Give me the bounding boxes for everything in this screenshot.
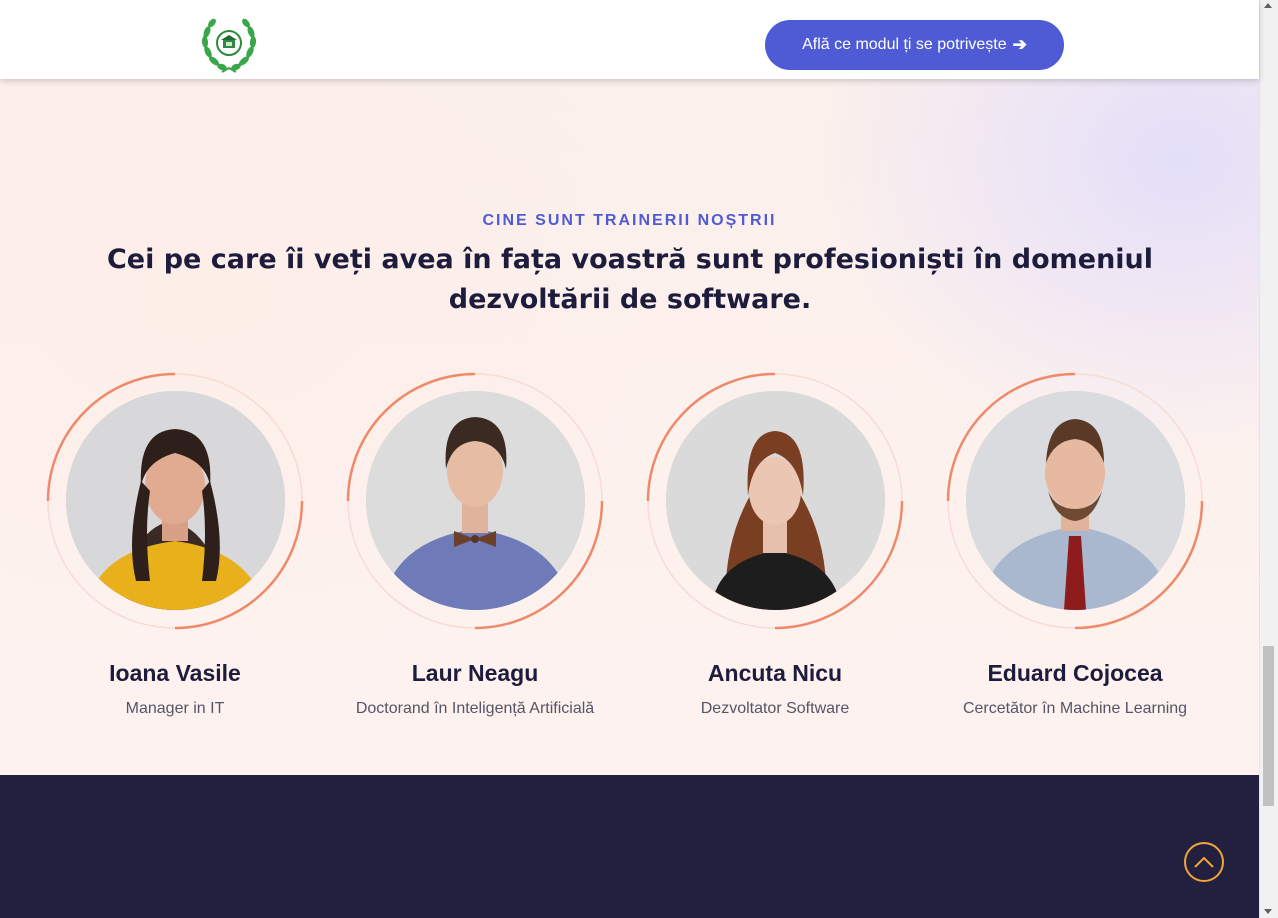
trainer-role: Cercetător în Machine Learning bbox=[962, 700, 1188, 717]
trainer-card: Laur Neagu Doctorand în Inteligență Arti… bbox=[300, 370, 604, 730]
trainer-role: Doctorand în Inteligență Artificială bbox=[355, 700, 595, 717]
trainer-photo bbox=[666, 391, 885, 610]
page-scrollbar[interactable] bbox=[1259, 0, 1278, 918]
laurel-wreath-logo-icon[interactable] bbox=[196, 12, 262, 78]
trainer-card: Eduard Cojocea Cercetător în Machine Lea… bbox=[900, 370, 1204, 730]
trainer-name: Ancuta Nicu bbox=[707, 660, 843, 686]
section-title: Cei pe care îi veți avea în fața voastră… bbox=[106, 244, 1154, 315]
site-header: Află ce modul ți se potrivește ➔ bbox=[0, 0, 1259, 79]
trainer-photo bbox=[66, 391, 285, 610]
trainer-role: Manager in IT bbox=[125, 700, 225, 717]
scroll-down-arrow-icon[interactable] bbox=[1264, 909, 1272, 914]
back-to-top-button[interactable] bbox=[1184, 842, 1224, 882]
footer-section bbox=[0, 775, 1259, 918]
cta-label: Află ce modul ți se potrivește bbox=[802, 36, 1007, 53]
chevron-up-icon bbox=[1194, 856, 1214, 868]
find-module-button[interactable]: Află ce modul ți se potrivește ➔ bbox=[765, 20, 1064, 70]
trainer-role: Dezvoltator Software bbox=[700, 700, 850, 717]
page: Află ce modul ți se potrivește ➔ CINE SU… bbox=[0, 0, 1278, 918]
trainer-name: Ioana Vasile bbox=[109, 660, 241, 686]
section-eyebrow: CINE SUNT TRAINERII NOȘTRII bbox=[482, 212, 777, 229]
trainer-card: Ioana Vasile Manager in IT bbox=[0, 370, 304, 730]
arrow-right-icon: ➔ bbox=[1012, 35, 1027, 54]
scroll-up-arrow-icon[interactable] bbox=[1264, 3, 1272, 8]
trainer-card: Ancuta Nicu Dezvoltator Software bbox=[600, 370, 904, 730]
trainer-photo bbox=[366, 391, 585, 610]
trainer-name: Laur Neagu bbox=[411, 660, 539, 686]
trainer-photo bbox=[966, 391, 1185, 610]
scrollbar-thumb[interactable] bbox=[1263, 646, 1274, 806]
trainer-name: Eduard Cojocea bbox=[987, 660, 1163, 686]
